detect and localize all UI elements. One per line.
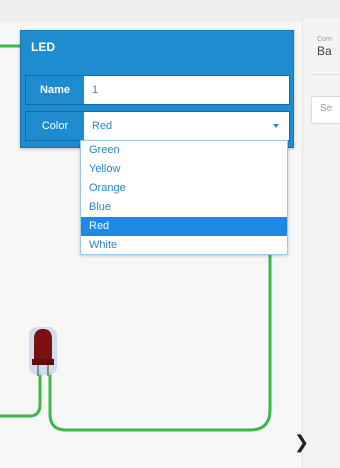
color-option-green[interactable]: Green [81,141,287,160]
color-select[interactable]: Color Red [25,111,290,141]
name-input[interactable]: 1 [92,76,98,104]
color-label: Color [26,112,84,140]
name-field-row: Name 1 [25,75,290,105]
led-body [34,329,52,360]
caret-down-icon[interactable] [273,124,279,128]
color-options-list: Green Yellow Orange Blue Red White [80,140,288,255]
led-component[interactable] [28,326,58,376]
color-option-white[interactable]: White [81,236,287,255]
dialog-title: LED [31,40,55,54]
panel-component-label: Com [317,36,332,43]
led-base [32,359,54,365]
panel-component-value: Ba [317,44,332,58]
color-option-yellow[interactable]: Yellow [81,160,287,179]
chevron-right-icon[interactable]: ❯ [294,432,309,452]
name-label: Name [26,76,84,104]
wire-bottom-left[interactable] [0,372,42,418]
circuit-canvas[interactable]: Com Ba Se ❯ LED Name 1 Color Red Green Y… [0,0,340,468]
led-properties-dialog: LED Name 1 Color Red [20,30,294,148]
panel-divider [311,74,340,75]
color-option-blue[interactable]: Blue [81,198,287,217]
panel-search-input[interactable]: Se [311,96,340,124]
color-select-value[interactable]: Red [92,112,112,140]
color-option-red[interactable]: Red [81,217,287,236]
color-option-orange[interactable]: Orange [81,179,287,198]
right-panel: Com Ba Se [302,18,340,468]
